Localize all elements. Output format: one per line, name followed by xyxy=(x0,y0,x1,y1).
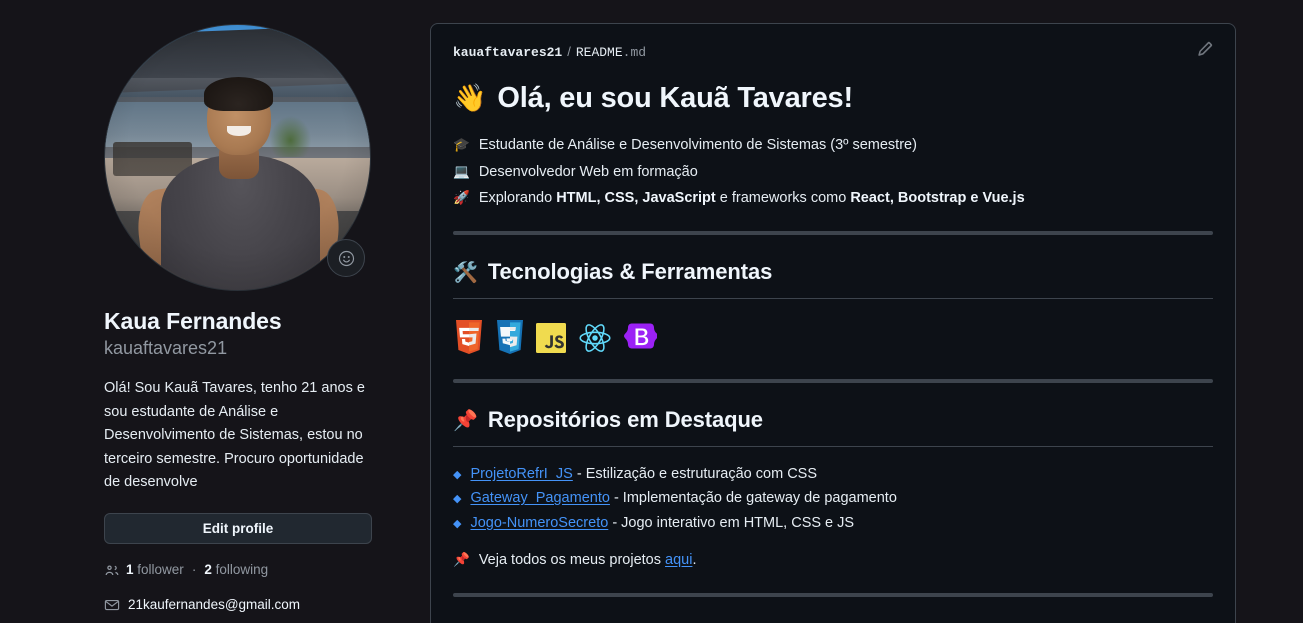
list-item: ◆ ProjetoRefrI_JS - Estilização e estrut… xyxy=(453,463,1213,486)
following-label: following xyxy=(215,561,269,577)
heading-divider-2 xyxy=(453,445,1213,447)
repos-section: 📌 Repositórios em Destaque ◆ ProjetoRefr… xyxy=(453,405,1213,573)
diamond-bullet-icon: ◆ xyxy=(453,517,462,530)
profile-name: Kaua Fernandes xyxy=(104,308,282,334)
repo-entry-1: Gateway_Pagamento - Implementação de gat… xyxy=(470,487,896,510)
mailbox-emoji: 📫 xyxy=(453,619,478,623)
list-item: 🚀 Explorando HTML, CSS, JavaScript e fra… xyxy=(453,187,1213,210)
list-item: ◆ Gateway_Pagamento - Implementação de g… xyxy=(453,487,1213,510)
html5-badge xyxy=(456,319,482,354)
javascript-badge xyxy=(536,322,566,353)
mail-icon xyxy=(104,597,120,613)
diamond-bullet-icon: ◆ xyxy=(453,493,462,506)
repo-link-2[interactable]: Jogo-NumeroSecreto xyxy=(470,515,608,531)
section-divider-thick-2 xyxy=(453,378,1213,383)
breadcrumb-file: README.md xyxy=(576,45,646,60)
react-badge xyxy=(579,323,611,352)
breadcrumb-file-name: README xyxy=(575,45,623,60)
intro-text-1: Desenvolvedor Web em formação xyxy=(478,163,698,180)
tech-heading: 🛠️ Tecnologias & Ferramentas xyxy=(453,257,1213,289)
readme-panel: kauaftavares21 / README.md 👋 Olá, eu sou… xyxy=(430,23,1236,623)
readme-header: kauaftavares21 / README.md xyxy=(453,41,1213,63)
readme-title-text: Olá, eu sou Kauã Tavares! xyxy=(497,82,853,115)
profile-email[interactable]: 21kaufernandes@gmail.com xyxy=(128,597,300,612)
smiley-icon[interactable] xyxy=(327,239,365,277)
repo-link-0[interactable]: ProjetoRefrI_JS xyxy=(470,466,572,482)
repo-entry-2: Jogo-NumeroSecreto - Jogo interativo em … xyxy=(470,512,854,535)
following-count: 2 xyxy=(204,561,212,577)
intro-prefix: Explorando xyxy=(478,190,557,207)
breadcrumb-repo[interactable]: kauaftavares21 xyxy=(453,45,562,60)
intro-bold-frameworks: React, Bootstrap e Vue.js xyxy=(850,190,1025,207)
heading-divider xyxy=(453,297,1213,299)
repo-desc-0: - Estilização e estruturação com CSS xyxy=(572,465,818,482)
avatar-container xyxy=(104,24,371,291)
all-projects-suffix: . xyxy=(692,552,697,569)
all-projects-prefix: Veja todos os meus projetos xyxy=(478,552,666,569)
followers-row: 1 follower · 2 following xyxy=(104,562,400,578)
intro-bold-langs: HTML, CSS, JavaScript xyxy=(556,190,716,207)
profile-email-row: 21kaufernandes@gmail.com xyxy=(104,597,400,613)
edit-profile-button[interactable]: Edit profile xyxy=(104,512,372,544)
intro-text-2: Explorando HTML, CSS, JavaScript e frame… xyxy=(479,187,1025,210)
repo-desc-2: - Jogo interativo em HTML, CSS e JS xyxy=(608,514,855,531)
intro-text-0: Estudante de Análise e Desenvolvimento d… xyxy=(478,137,917,154)
graduation-cap-emoji: 🎓 xyxy=(453,137,470,153)
repo-desc-1: - Implementação de gateway de pagamento xyxy=(609,490,897,507)
profile-login: kauaftavares21 xyxy=(104,337,228,358)
all-projects-link[interactable]: aqui xyxy=(665,552,692,568)
pushpin-emoji: 📌 xyxy=(453,409,478,432)
rocket-emoji: 🚀 xyxy=(453,190,470,206)
pushpin-emoji: 📌 xyxy=(453,552,470,568)
tech-heading-text: Tecnologias & Ferramentas xyxy=(487,259,773,285)
waving-hand-emoji: 👋 xyxy=(453,83,487,113)
repo-entry-0: ProjetoRefrI_JS - Estilização e estrutur… xyxy=(470,463,817,486)
followers-count: 1 xyxy=(126,561,134,577)
repo-link-1[interactable]: Gateway_Pagamento xyxy=(470,490,609,506)
css3-badge xyxy=(497,319,523,354)
breadcrumb-file-ext: .md xyxy=(622,45,647,60)
readme-markdown-body: 👋 Olá, eu sou Kauã Tavares! 🎓 Estudante … xyxy=(453,77,1213,623)
laptop-emoji: 💻 xyxy=(453,163,470,179)
repo-list: ◆ ProjetoRefrI_JS - Estilização e estrut… xyxy=(453,463,1213,535)
section-divider-thick-3 xyxy=(453,592,1213,597)
diamond-bullet-icon: ◆ xyxy=(453,468,462,481)
repos-heading-text: Repositórios em Destaque xyxy=(487,407,763,433)
readme-title: 👋 Olá, eu sou Kauã Tavares! xyxy=(453,77,1213,120)
intro-mid: e frameworks como xyxy=(715,190,851,207)
hammer-and-wrench-emoji: 🛠️ xyxy=(453,261,478,284)
followers-label: follower xyxy=(137,561,184,577)
bootstrap-badge xyxy=(624,323,657,349)
github-profile-page: Kaua Fernandes kauaftavares21 Olá! Sou K… xyxy=(0,0,1303,623)
followers-separator: · xyxy=(191,561,197,577)
list-item: 💻 Desenvolvedor Web em formação xyxy=(453,161,1213,184)
followers-link[interactable]: 1 follower xyxy=(126,563,184,577)
profile-sidebar: Kaua Fernandes kauaftavares21 Olá! Sou K… xyxy=(104,0,400,613)
contact-heading: 📫 Contato xyxy=(453,619,1213,623)
breadcrumb: kauaftavares21 / README.md xyxy=(453,44,646,60)
pencil-icon[interactable] xyxy=(1196,41,1213,63)
all-projects-row: 📌 Veja todos os meus projetos aqui. xyxy=(453,549,1213,572)
contact-section: 📫 Contato 📧 Email: seuemail@email.com 🔗 … xyxy=(453,619,1213,623)
following-link[interactable]: 2 following xyxy=(204,563,268,577)
section-divider-thick xyxy=(453,230,1213,235)
people-icon xyxy=(104,562,120,578)
all-projects-text: Veja todos os meus projetos aqui. xyxy=(479,549,697,572)
tech-section: 🛠️ Tecnologias & Ferramentas xyxy=(453,257,1213,359)
repos-heading: 📌 Repositórios em Destaque xyxy=(453,405,1213,437)
tech-badge-row xyxy=(453,317,1213,359)
list-item: ◆ Jogo-NumeroSecreto - Jogo interativo e… xyxy=(453,512,1213,535)
profile-bio: Olá! Sou Kauã Tavares, tenho 21 anos e s… xyxy=(104,380,365,491)
breadcrumb-slash: / xyxy=(567,44,571,59)
intro-list: 🎓 Estudante de Análise e Desenvolvimento… xyxy=(453,134,1213,210)
list-item: 🎓 Estudante de Análise e Desenvolvimento… xyxy=(453,134,1213,157)
